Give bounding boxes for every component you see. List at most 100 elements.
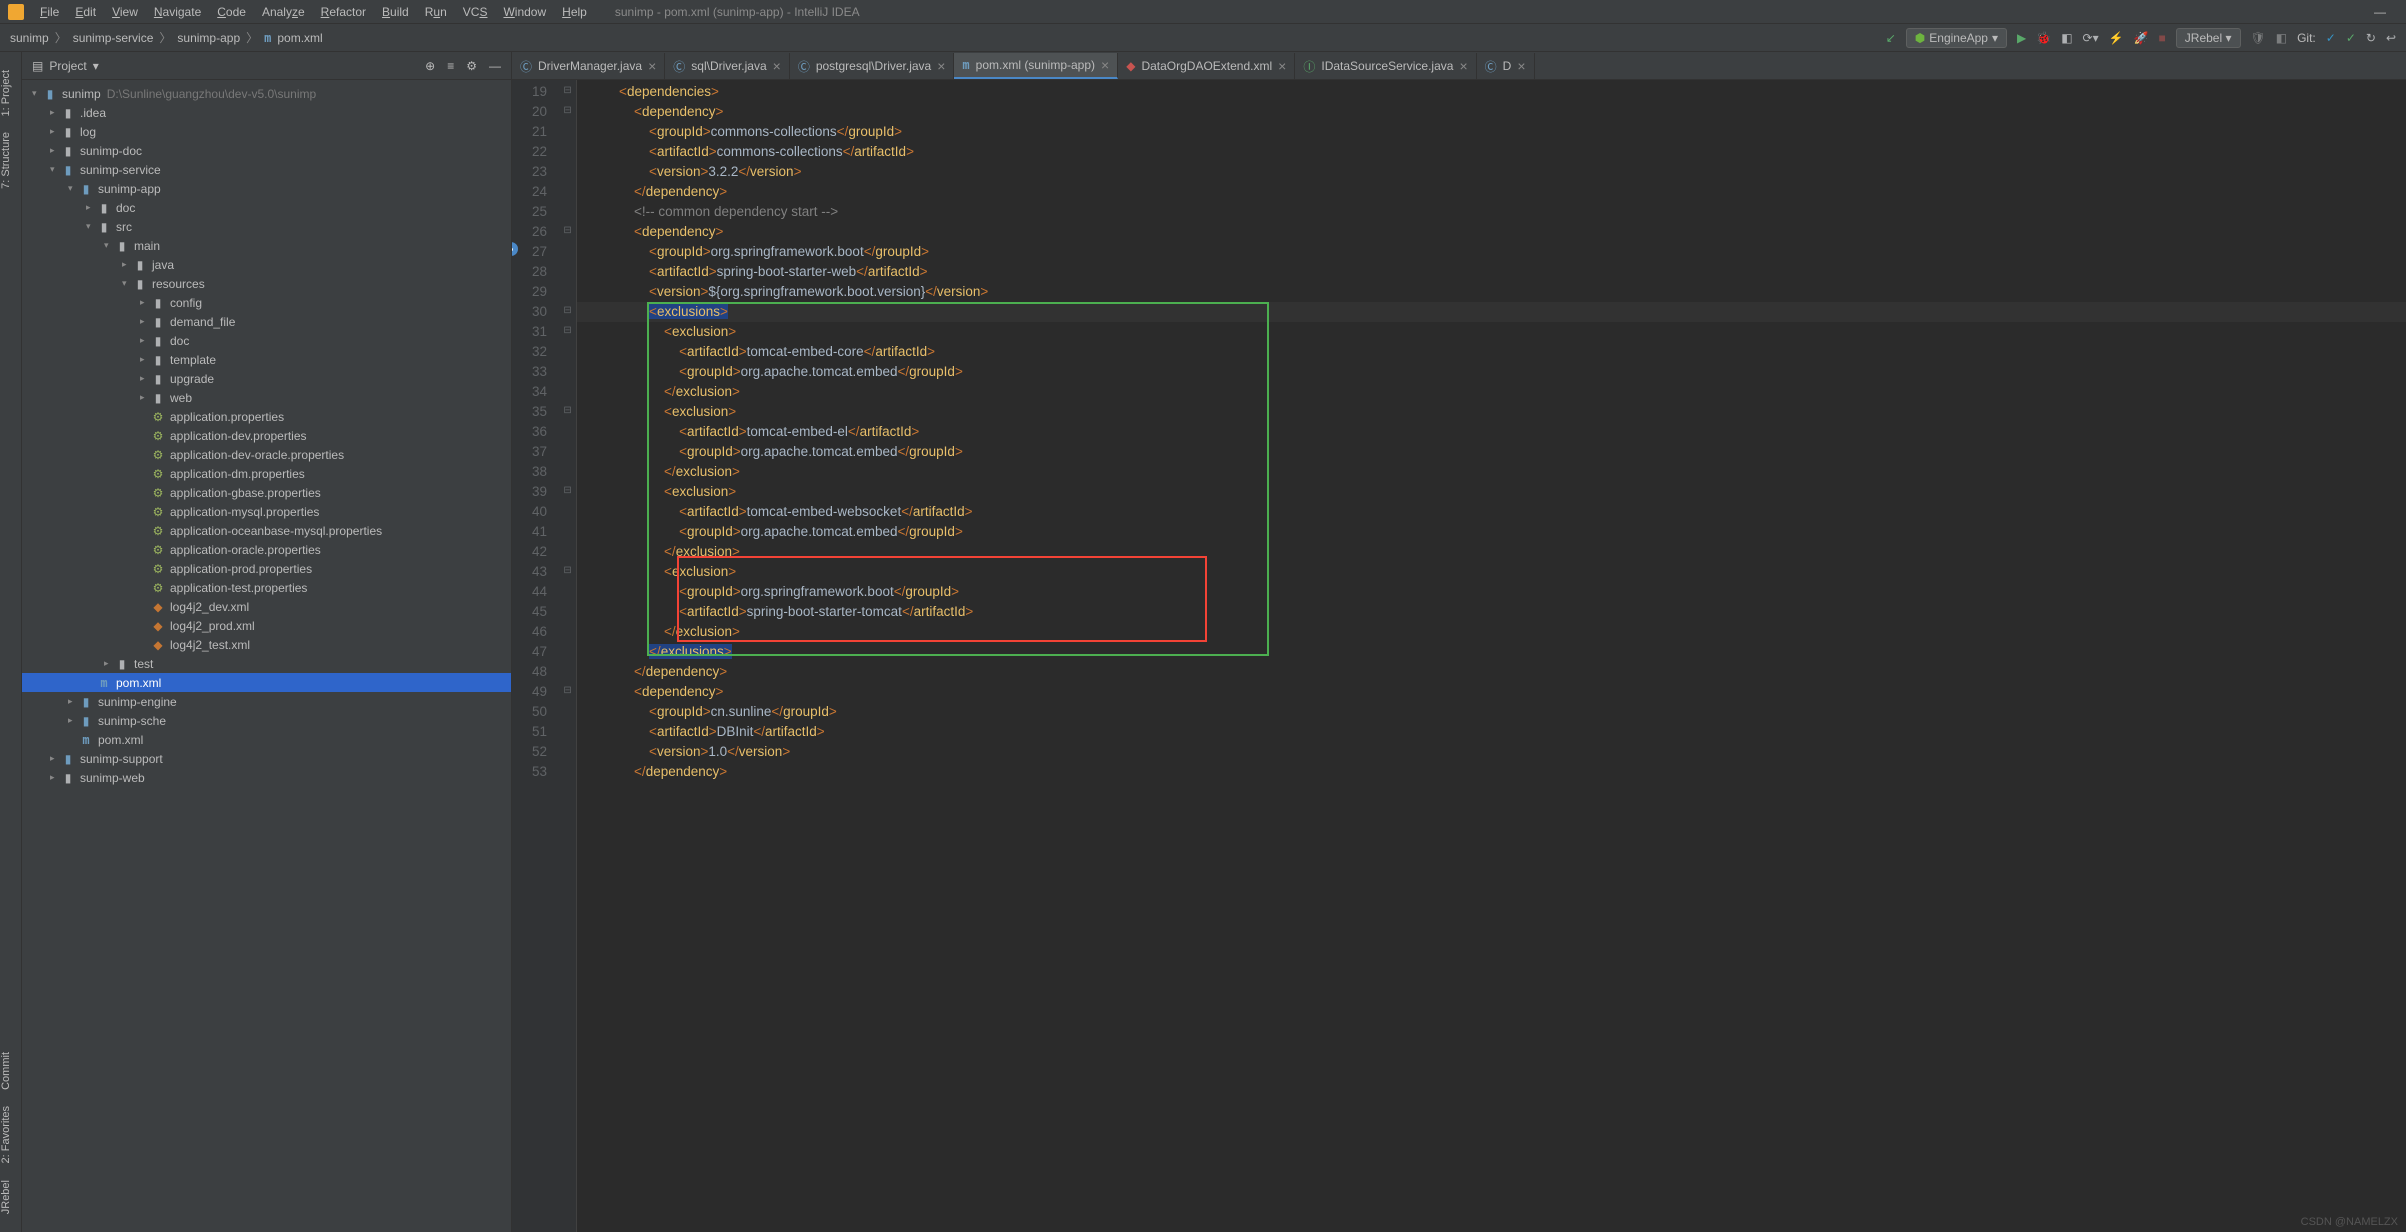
fold-indicator[interactable]: ⊟ xyxy=(559,400,576,420)
code-line[interactable]: <artifactId>commons-collections</artifac… xyxy=(577,142,2406,162)
code-line[interactable]: <dependency> xyxy=(577,222,2406,242)
tree-arrow-icon[interactable]: ▸ xyxy=(50,772,60,783)
fold-indicator[interactable] xyxy=(559,120,576,140)
menu-navigate[interactable]: Navigate xyxy=(146,5,209,19)
fold-indicator[interactable] xyxy=(559,420,576,440)
tree-arrow-icon[interactable]: ▾ xyxy=(68,183,78,194)
code-line[interactable]: </dependency> xyxy=(577,762,2406,782)
menu-file[interactable]: FFileile xyxy=(32,5,67,19)
fold-indicator[interactable] xyxy=(559,760,576,780)
fold-indicator[interactable] xyxy=(559,520,576,540)
run-config-dropdown[interactable]: ⬢ EngineApp ▾ xyxy=(1906,28,2007,48)
tree-node[interactable]: ▸▮test xyxy=(22,654,511,673)
code-line[interactable]: <artifactId>tomcat-embed-websocket</arti… xyxy=(577,502,2406,522)
fold-indicator[interactable] xyxy=(559,580,576,600)
tree-arrow-icon[interactable]: ▸ xyxy=(140,316,150,327)
git-history-icon[interactable]: ↻ xyxy=(2366,31,2376,45)
fold-gutter[interactable]: ⊟⊟⊟⊟⊟⊟⊟⊟⊟ xyxy=(559,80,577,1232)
tree-node[interactable]: ▸▮doc xyxy=(22,198,511,217)
tree-node[interactable]: ▸▮.idea xyxy=(22,103,511,122)
tree-arrow-icon[interactable]: ▾ xyxy=(122,278,132,289)
tree-arrow-icon[interactable]: ▾ xyxy=(50,164,60,175)
code-line[interactable]: <version>${org.springframework.boot.vers… xyxy=(577,282,2406,302)
git-rollback-icon[interactable]: ↩ xyxy=(2386,31,2396,45)
code-line[interactable]: <groupId>cn.sunline</groupId> xyxy=(577,702,2406,722)
git-commit-icon[interactable]: ✓ xyxy=(2346,31,2356,45)
jrebel-dropdown[interactable]: JRebel ▾ xyxy=(2176,28,2241,48)
tree-node[interactable]: ▾▮sunimp-app xyxy=(22,179,511,198)
tool-jrebel[interactable]: JRebel xyxy=(0,1172,12,1222)
gear-icon[interactable]: ⚙ xyxy=(466,59,477,73)
tree-arrow-icon[interactable]: ▸ xyxy=(68,715,78,726)
menu-edit[interactable]: Edit xyxy=(67,5,104,19)
fold-indicator[interactable] xyxy=(559,700,576,720)
crumb-3[interactable]: pom.xml xyxy=(277,31,322,45)
fold-indicator[interactable] xyxy=(559,660,576,680)
tree-arrow-icon[interactable]: ▸ xyxy=(50,145,60,156)
menu-code[interactable]: Code xyxy=(209,5,254,19)
fold-indicator[interactable]: ⊟ xyxy=(559,480,576,500)
crumb-2[interactable]: sunimp-app xyxy=(177,31,240,45)
tree-node[interactable]: ◆log4j2_prod.xml xyxy=(22,616,511,635)
editor-tab[interactable]: ◆DataOrgDAOExtend.xml× xyxy=(1118,53,1295,79)
tree-arrow-icon[interactable]: ▾ xyxy=(32,88,42,99)
fold-indicator[interactable] xyxy=(559,140,576,160)
tree-node[interactable]: ⚙application-test.properties xyxy=(22,578,511,597)
debug-icon[interactable]: 🐞 xyxy=(2036,31,2051,45)
tree-arrow-icon[interactable]: ▸ xyxy=(50,753,60,764)
fold-indicator[interactable] xyxy=(559,460,576,480)
code-line[interactable]: <!-- common dependency start --> xyxy=(577,202,2406,222)
editor-tab[interactable]: Ⓒpostgresql\Driver.java× xyxy=(790,53,955,79)
code-line[interactable]: <exclusion> xyxy=(577,322,2406,342)
tree-node[interactable]: ▾▮sunimp-service xyxy=(22,160,511,179)
fold-indicator[interactable]: ⊟ xyxy=(559,320,576,340)
code-line[interactable]: <artifactId>spring-boot-starter-web</art… xyxy=(577,262,2406,282)
code-line[interactable]: </exclusion> xyxy=(577,462,2406,482)
menu-view[interactable]: View xyxy=(104,5,146,19)
code-line[interactable]: <version>3.2.2</version> xyxy=(577,162,2406,182)
tree-node[interactable]: ▸▮web xyxy=(22,388,511,407)
fold-indicator[interactable]: ⊟ xyxy=(559,300,576,320)
fold-indicator[interactable] xyxy=(559,540,576,560)
code-line[interactable]: <exclusion> xyxy=(577,562,2406,582)
tree-arrow-icon[interactable]: ▾ xyxy=(104,240,114,251)
tree-node[interactable]: ▸▮sunimp-support xyxy=(22,749,511,768)
git-update-icon[interactable]: ✓ xyxy=(2326,31,2336,45)
back-arrow-icon[interactable]: ↙ xyxy=(1886,31,1896,45)
fold-indicator[interactable]: ⊟ xyxy=(559,680,576,700)
tool-commit[interactable]: Commit xyxy=(0,1044,12,1098)
code-line[interactable]: <groupId>org.apache.tomcat.embed</groupI… xyxy=(577,442,2406,462)
fold-indicator[interactable] xyxy=(559,160,576,180)
tree-node[interactable]: ▸▮sunimp-doc xyxy=(22,141,511,160)
fold-indicator[interactable] xyxy=(559,600,576,620)
fold-indicator[interactable] xyxy=(559,280,576,300)
code-line[interactable]: </exclusion> xyxy=(577,622,2406,642)
tree-node[interactable]: ⚙application-dev.properties xyxy=(22,426,511,445)
code-line[interactable]: <groupId>org.apache.tomcat.embed</groupI… xyxy=(577,362,2406,382)
tree-arrow-icon[interactable]: ▸ xyxy=(140,373,150,384)
fold-indicator[interactable] xyxy=(559,240,576,260)
tree-arrow-icon[interactable]: ▸ xyxy=(140,297,150,308)
tree-arrow-icon[interactable]: ▸ xyxy=(140,392,150,403)
code-line[interactable]: <exclusion> xyxy=(577,482,2406,502)
tree-node[interactable]: ▾▮main xyxy=(22,236,511,255)
editor-tab[interactable]: ⒾIDataSourceService.java× xyxy=(1295,53,1476,79)
code-line[interactable]: <artifactId>tomcat-embed-el</artifactId> xyxy=(577,422,2406,442)
tree-node[interactable]: ▾▮resources xyxy=(22,274,511,293)
code-line[interactable]: <groupId>org.springframework.boot</group… xyxy=(577,582,2406,602)
tree-node[interactable]: ▸▮sunimp-web xyxy=(22,768,511,787)
code-line[interactable]: </dependency> xyxy=(577,182,2406,202)
tree-arrow-icon[interactable]: ▾ xyxy=(86,221,96,232)
fold-indicator[interactable] xyxy=(559,500,576,520)
lightning-icon[interactable]: ⚡ xyxy=(2109,31,2124,45)
expand-all-icon[interactable]: ≡ xyxy=(447,59,454,73)
tool-project[interactable]: 1: Project xyxy=(0,62,12,124)
tree-node[interactable]: ⚙application-dev-oracle.properties xyxy=(22,445,511,464)
code-line[interactable]: <groupId>commons-collections</groupId> xyxy=(577,122,2406,142)
tree-node[interactable]: ▸▮java xyxy=(22,255,511,274)
tree-node[interactable]: mpom.xml xyxy=(22,673,511,692)
tree-node[interactable]: ⚙application-oracle.properties xyxy=(22,540,511,559)
code-line[interactable]: <exclusion> xyxy=(577,402,2406,422)
menu-analyze[interactable]: Analyze xyxy=(254,5,313,19)
code-line[interactable]: </dependency> xyxy=(577,662,2406,682)
